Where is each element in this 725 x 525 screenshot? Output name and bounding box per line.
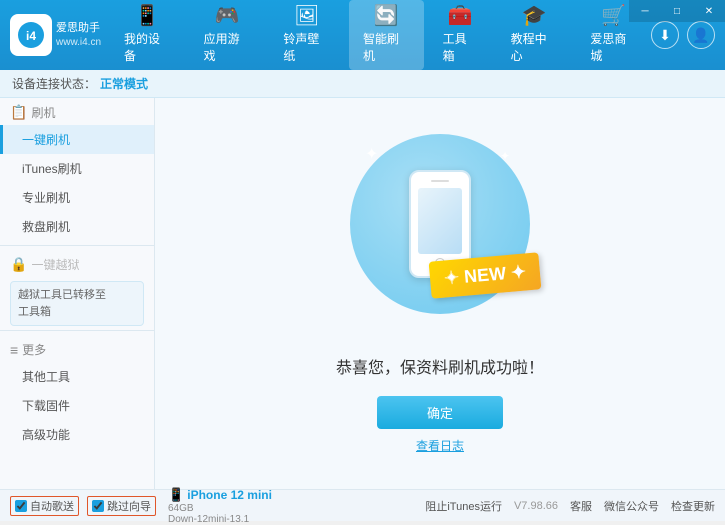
- logo-text: 爱思助手 www.i4.cn: [56, 21, 101, 48]
- minimize-button[interactable]: ─: [629, 0, 661, 22]
- customer-service-link[interactable]: 客服: [570, 498, 592, 514]
- sidebar-item-download-fw[interactable]: 下载固件: [0, 391, 154, 420]
- apps-icon: 🎮: [215, 6, 240, 26]
- phone-screen: [418, 188, 462, 253]
- secondary-link[interactable]: 查看日志: [416, 437, 464, 454]
- success-message: 恭喜您，保资料刷机成功啦！: [336, 354, 544, 378]
- shop-icon: 🛒: [601, 6, 626, 26]
- skip-wizard-checkbox-item: 跳过向导: [87, 496, 156, 516]
- device-phone-icon: 📱: [168, 487, 184, 503]
- window-controls: ─ □ ✕: [629, 0, 725, 22]
- device-info: 📱 iPhone 12 mini 64GB Down-12mini-13.1: [168, 487, 272, 525]
- header: i4 爱思助手 www.i4.cn 📱 我的设备 🎮 应用游戏 🖼 铃声壁纸 🔄…: [0, 0, 725, 70]
- nav-tutorial[interactable]: 🎓 教程中心: [497, 0, 572, 70]
- nav-tools[interactable]: 🧰 工具箱: [429, 0, 492, 70]
- logo-area: i4 爱思助手 www.i4.cn: [10, 14, 110, 56]
- maximize-button[interactable]: □: [661, 0, 693, 22]
- status-badge: 正常模式: [100, 75, 148, 92]
- bottom-bar: 自动歌送 跳过向导 📱 iPhone 12 mini 64GB Down-12m…: [0, 489, 725, 521]
- phone-illustration: ✦ ✦ ✦ NEW ✦: [340, 134, 540, 334]
- wallpaper-icon: 🖼: [294, 6, 319, 26]
- sidebar-item-one-click[interactable]: 一键刷机: [0, 125, 154, 154]
- jailbreak-notice: 越狱工具已转移至工具箱: [10, 281, 144, 326]
- my-device-icon: 📱: [135, 6, 160, 26]
- smart-shop-icon: 🔄: [374, 6, 399, 26]
- header-right: ⬇ 👤: [651, 21, 715, 49]
- sidebar-section-more: ≡ 更多: [0, 335, 154, 362]
- phone-speaker: [431, 180, 449, 183]
- flash-section-icon: 📋: [10, 104, 27, 121]
- more-section-icon: ≡: [10, 342, 18, 358]
- phone-circle: ✦ ✦ ✦ NEW ✦: [350, 134, 530, 314]
- sidebar-item-pro-flash[interactable]: 专业刷机: [0, 183, 154, 212]
- skip-wizard-checkbox[interactable]: [92, 500, 104, 512]
- sparkle-right-icon: ✦: [500, 149, 510, 163]
- skip-wizard-label: 跳过向导: [107, 498, 151, 514]
- main-layout: 📋 刷机 一键刷机 iTunes刷机 专业刷机 救盘刷机 🔒 一键越狱 越狱工具…: [0, 98, 725, 489]
- sidebar-divider-2: [0, 330, 154, 331]
- svg-text:i4: i4: [26, 29, 36, 43]
- download-button[interactable]: ⬇: [651, 21, 679, 49]
- device-name: iPhone 12 mini: [187, 488, 272, 502]
- check-update-link[interactable]: 检查更新: [671, 498, 715, 514]
- wechat-public-link[interactable]: 微信公众号: [604, 498, 659, 514]
- auto-send-checkbox-item: 自动歌送: [10, 496, 79, 516]
- tutorial-icon: 🎓: [522, 6, 547, 26]
- sub-header: 设备连接状态： 正常模式: [0, 70, 725, 98]
- auto-send-label: 自动歌送: [30, 498, 74, 514]
- sidebar-item-itunes[interactable]: iTunes刷机: [0, 154, 154, 183]
- sidebar: 📋 刷机 一键刷机 iTunes刷机 专业刷机 救盘刷机 🔒 一键越狱 越狱工具…: [0, 98, 155, 489]
- tools-icon: 🧰: [448, 6, 473, 26]
- sidebar-item-save-data[interactable]: 救盘刷机: [0, 212, 154, 241]
- device-detail: 64GB: [168, 503, 272, 514]
- bottom-right: 阻止iTunes运行 V7.98.66 客服 微信公众号 检查更新: [425, 498, 715, 514]
- stop-itunes-button[interactable]: 阻止iTunes运行: [425, 498, 502, 514]
- nav-apps[interactable]: 🎮 应用游戏: [190, 0, 265, 70]
- sidebar-section-flash: 📋 刷机: [0, 98, 154, 125]
- logo-icon: i4: [10, 14, 52, 56]
- version-text: V7.98.66: [514, 500, 558, 512]
- nav-smart-shop[interactable]: 🔄 智能刷机: [349, 0, 424, 70]
- lock-icon: 🔒: [10, 256, 27, 273]
- sidebar-section-jailbreak: 🔒 一键越狱: [0, 250, 154, 277]
- sparkle-left-icon: ✦: [365, 144, 378, 164]
- confirm-button[interactable]: 确定: [377, 396, 503, 429]
- sidebar-item-advanced[interactable]: 高级功能: [0, 420, 154, 449]
- content-area: ✦ ✦ ✦ NEW ✦ 恭喜您，保资料刷机成功啦！ 确定 查看日志: [155, 98, 725, 489]
- close-button[interactable]: ✕: [693, 0, 725, 22]
- auto-send-checkbox[interactable]: [15, 500, 27, 512]
- nav-wallpaper[interactable]: 🖼 铃声壁纸: [269, 0, 344, 70]
- nav-my-device[interactable]: 📱 我的设备: [110, 0, 185, 70]
- user-button[interactable]: 👤: [687, 21, 715, 49]
- sidebar-item-other-tools[interactable]: 其他工具: [0, 362, 154, 391]
- nav-bar: 📱 我的设备 🎮 应用游戏 🖼 铃声壁纸 🔄 智能刷机 🧰 工具箱 🎓 教程中心…: [110, 0, 651, 70]
- sidebar-divider-1: [0, 245, 154, 246]
